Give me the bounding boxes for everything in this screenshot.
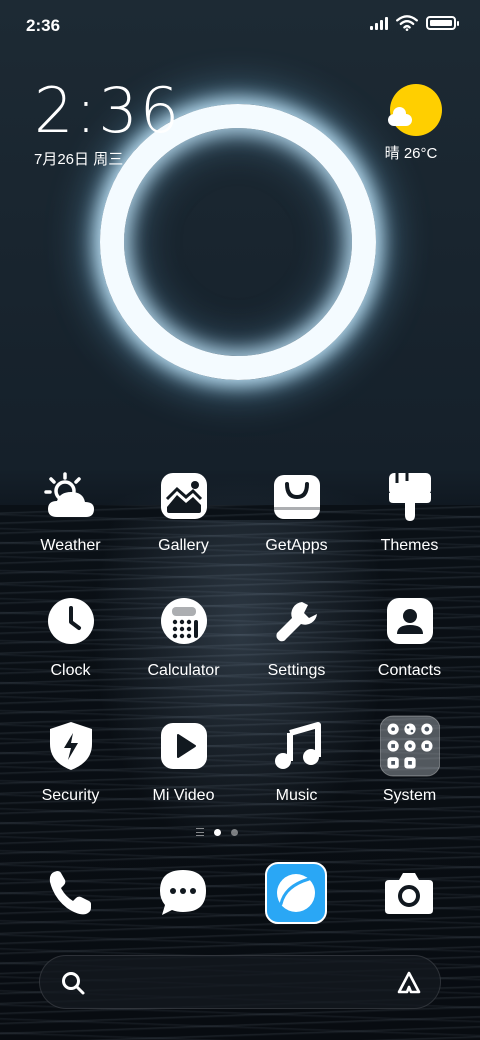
page-dot-2 bbox=[231, 828, 238, 836]
partly-sunny-icon bbox=[388, 84, 442, 136]
search-icon[interactable] bbox=[60, 970, 86, 996]
app-label: Music bbox=[275, 787, 318, 804]
search-bar[interactable] bbox=[39, 955, 441, 1009]
app-label: Clock bbox=[50, 662, 91, 679]
weather-widget[interactable]: 晴 26°C bbox=[385, 84, 446, 163]
widget-time: 2:36 bbox=[34, 74, 182, 147]
app-label: Weather bbox=[40, 537, 101, 554]
status-time: 2:36 bbox=[26, 16, 61, 35]
app-label: Security bbox=[41, 787, 100, 804]
contacts-icon bbox=[380, 591, 440, 651]
themes-icon bbox=[380, 466, 440, 526]
music-icon bbox=[267, 716, 327, 776]
app-label: Themes bbox=[380, 537, 439, 554]
browser-icon bbox=[265, 862, 327, 924]
dock-messaging[interactable] bbox=[150, 860, 216, 926]
app-label: Contacts bbox=[377, 662, 442, 679]
wifi-icon bbox=[396, 15, 418, 31]
app-label: Mi Video bbox=[152, 787, 215, 804]
clock-widget[interactable]: 2:36 7月26日 周三 bbox=[34, 78, 181, 169]
clock-icon bbox=[41, 591, 101, 651]
widget-date: 7月26日 周三 bbox=[34, 151, 124, 168]
app-security[interactable]: Security bbox=[14, 716, 127, 805]
app-label: Calculator bbox=[147, 662, 220, 679]
app-mi-video[interactable]: Mi Video bbox=[127, 716, 240, 805]
calculator-icon bbox=[154, 591, 214, 651]
app-drawer-icon bbox=[196, 828, 204, 836]
app-clock[interactable]: Clock bbox=[14, 591, 127, 680]
dock-phone[interactable] bbox=[37, 860, 103, 926]
folder-system[interactable]: System bbox=[353, 715, 466, 805]
security-icon bbox=[41, 716, 101, 776]
status-bar: 2:36 bbox=[0, 0, 480, 50]
assistant-icon[interactable] bbox=[396, 970, 422, 996]
settings-icon bbox=[267, 591, 327, 651]
app-weather[interactable]: Weather bbox=[14, 466, 127, 555]
weather-text: 晴 26°C bbox=[384, 145, 438, 162]
wallpaper-reflection bbox=[80, 520, 400, 880]
dock-camera[interactable] bbox=[376, 860, 442, 926]
app-contacts[interactable]: Contacts bbox=[353, 591, 466, 680]
app-label: GetApps bbox=[265, 537, 328, 554]
gallery-icon bbox=[154, 466, 214, 526]
page-dot-1 bbox=[214, 828, 221, 836]
dock-browser[interactable] bbox=[263, 860, 329, 926]
page-indicator[interactable] bbox=[196, 828, 238, 836]
app-label: System bbox=[382, 787, 437, 804]
message-icon bbox=[160, 870, 206, 915]
app-getapps[interactable]: GetApps bbox=[240, 466, 353, 555]
app-themes[interactable]: Themes bbox=[353, 466, 466, 555]
signal-icon bbox=[370, 16, 388, 30]
getapps-icon bbox=[267, 466, 327, 526]
camera-icon bbox=[385, 873, 433, 914]
dock bbox=[0, 860, 480, 926]
app-gallery[interactable]: Gallery bbox=[127, 466, 240, 555]
battery-icon bbox=[426, 16, 459, 30]
system-folder-icon bbox=[379, 715, 440, 777]
app-label: Settings bbox=[267, 662, 326, 679]
weather-icon bbox=[41, 466, 101, 526]
app-calculator[interactable]: Calculator bbox=[127, 591, 240, 680]
phone-icon bbox=[49, 871, 91, 915]
app-settings[interactable]: Settings bbox=[240, 591, 353, 680]
mi-video-icon bbox=[154, 716, 214, 776]
app-music[interactable]: Music bbox=[240, 716, 353, 805]
app-label: Gallery bbox=[158, 537, 209, 554]
